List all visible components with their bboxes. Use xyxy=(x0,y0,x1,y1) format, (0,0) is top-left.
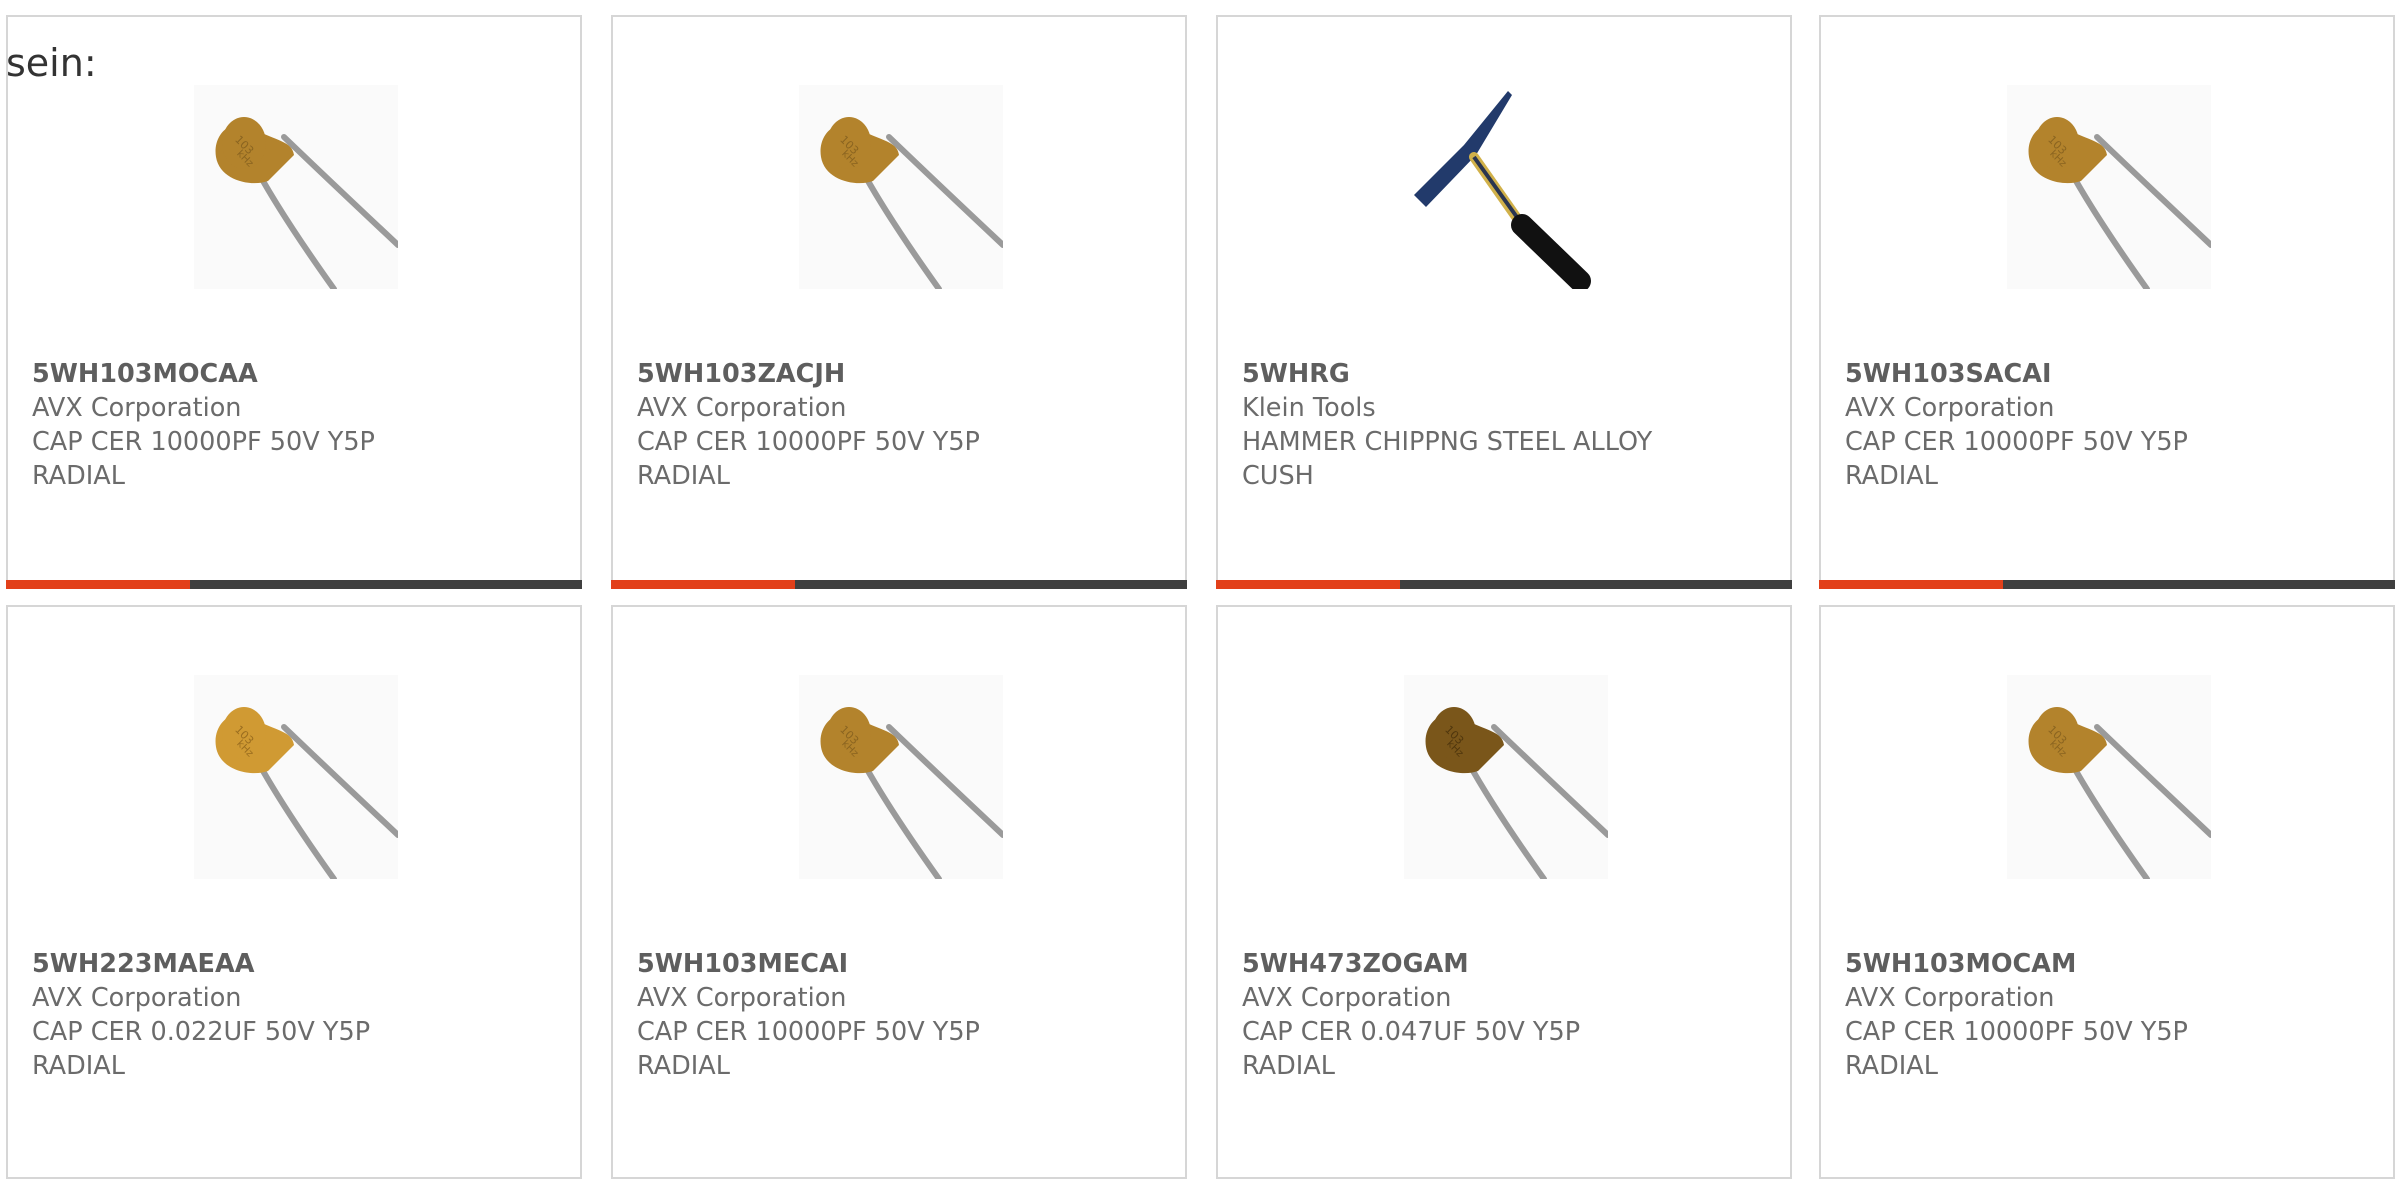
product-card[interactable]: 103 kHz 5WH103ZACJH AVX Corporation CAP CER … xyxy=(611,15,1187,589)
description-line-2: RADIAL xyxy=(1242,1051,1335,1081)
product-info: 5WH103MECAI AVX Corporation CAP CER 10000P… xyxy=(637,947,1165,1083)
capacitor-image[interactable]: 103 kHz xyxy=(1404,675,1608,879)
capacitor-image[interactable]: 103 kHz xyxy=(194,675,398,879)
capacitor-image[interactable]: 103 kHz xyxy=(799,85,1003,289)
capacitor-image[interactable]: 103 kHz xyxy=(2007,85,2211,289)
description-line-1: CAP CER 10000PF 50V Y5P xyxy=(1845,427,2188,457)
page-label: sein: xyxy=(6,41,97,85)
capacitor-image[interactable]: 103 kHz xyxy=(2007,675,2211,879)
product-info: 5WH103SACAI AVX Corporation CAP CER 10000P… xyxy=(1845,357,2373,493)
capacitor-image[interactable]: 103 kHz xyxy=(799,675,1003,879)
product-info: 5WH103MOCAM AVX Corporation CAP CER 10000P… xyxy=(1845,947,2373,1083)
description-line-2: RADIAL xyxy=(32,461,125,491)
progress-bar xyxy=(6,580,582,589)
part-number[interactable]: 5WH103MECAI xyxy=(637,947,1165,981)
product-info: 5WH473ZOGAM AVX Corporation CAP CER 0.047U… xyxy=(1242,947,1770,1083)
product-card[interactable]: 5WHRG Klein Tools HAMMER CHIPPNG STEEL ALL… xyxy=(1216,15,1792,589)
description-line-1: CAP CER 10000PF 50V Y5P xyxy=(637,1017,980,1047)
progress-fill xyxy=(6,580,191,589)
description-line-2: RADIAL xyxy=(1845,461,1938,491)
product-card[interactable]: 103 kHz 5WH103MECAI AVX Corporation CAP CER … xyxy=(611,605,1187,1179)
manufacturer: AVX Corporation xyxy=(1845,983,2055,1013)
capacitor-image[interactable]: 103 kHz xyxy=(194,85,398,289)
description-line-2: CUSH xyxy=(1242,461,1314,491)
part-number[interactable]: 5WH103MOCAM xyxy=(1845,947,2373,981)
manufacturer: Klein Tools xyxy=(1242,393,1376,423)
part-number[interactable]: 5WHRG xyxy=(1242,357,1770,391)
product-card[interactable]: 103 kHz 5WH103MOCAM AVX Corporation CAP CER … xyxy=(1819,605,2395,1179)
manufacturer: AVX Corporation xyxy=(1242,983,1452,1013)
description-line-1: CAP CER 10000PF 50V Y5P xyxy=(637,427,980,457)
manufacturer: AVX Corporation xyxy=(637,983,847,1013)
description-line-1: CAP CER 10000PF 50V Y5P xyxy=(1845,1017,2188,1047)
manufacturer: AVX Corporation xyxy=(32,393,242,423)
part-number[interactable]: 5WH103SACAI xyxy=(1845,357,2373,391)
description-line-2: RADIAL xyxy=(1845,1051,1938,1081)
product-info: 5WH103ZACJH AVX Corporation CAP CER 10000P… xyxy=(637,357,1165,493)
part-number[interactable]: 5WH103ZACJH xyxy=(637,357,1165,391)
product-card[interactable]: 103 kHz 5WH473ZOGAM AVX Corporation CAP CER … xyxy=(1216,605,1792,1179)
description-line-1: CAP CER 10000PF 50V Y5P xyxy=(32,427,375,457)
product-info: 5WH103MOCAA AVX Corporation CAP CER 10000P… xyxy=(32,357,560,493)
description-line-2: RADIAL xyxy=(32,1051,125,1081)
hammer-image[interactable] xyxy=(1404,85,1608,289)
description-line-1: HAMMER CHIPPNG STEEL ALLOY xyxy=(1242,427,1653,457)
progress-bar xyxy=(1819,580,2395,589)
product-card[interactable]: 103 kHz 5WH223MAEAA AVX Corporation CAP CER … xyxy=(6,605,582,1179)
part-number[interactable]: 5WH223MAEAA xyxy=(32,947,560,981)
description-line-1: CAP CER 0.047UF 50V Y5P xyxy=(1242,1017,1581,1047)
product-card[interactable]: 103 kHz 5WH103MOCAA AVX Corporation CAP CER … xyxy=(6,15,582,589)
progress-fill xyxy=(611,580,796,589)
product-card[interactable]: 103 kHz 5WH103SACAI AVX Corporation CAP CER … xyxy=(1819,15,2395,589)
manufacturer: AVX Corporation xyxy=(32,983,242,1013)
product-info: 5WHRG Klein Tools HAMMER CHIPPNG STEEL ALL… xyxy=(1242,357,1770,493)
description-line-1: CAP CER 0.022UF 50V Y5P xyxy=(32,1017,371,1047)
progress-bar xyxy=(1216,580,1792,589)
description-line-2: RADIAL xyxy=(637,461,730,491)
manufacturer: AVX Corporation xyxy=(1845,393,2055,423)
part-number[interactable]: 5WH473ZOGAM xyxy=(1242,947,1770,981)
part-number[interactable]: 5WH103MOCAA xyxy=(32,357,560,391)
progress-bar xyxy=(611,580,1187,589)
description-line-2: RADIAL xyxy=(637,1051,730,1081)
progress-fill xyxy=(1819,580,2004,589)
product-info: 5WH223MAEAA AVX Corporation CAP CER 0.022U… xyxy=(32,947,560,1083)
manufacturer: AVX Corporation xyxy=(637,393,847,423)
progress-fill xyxy=(1216,580,1401,589)
